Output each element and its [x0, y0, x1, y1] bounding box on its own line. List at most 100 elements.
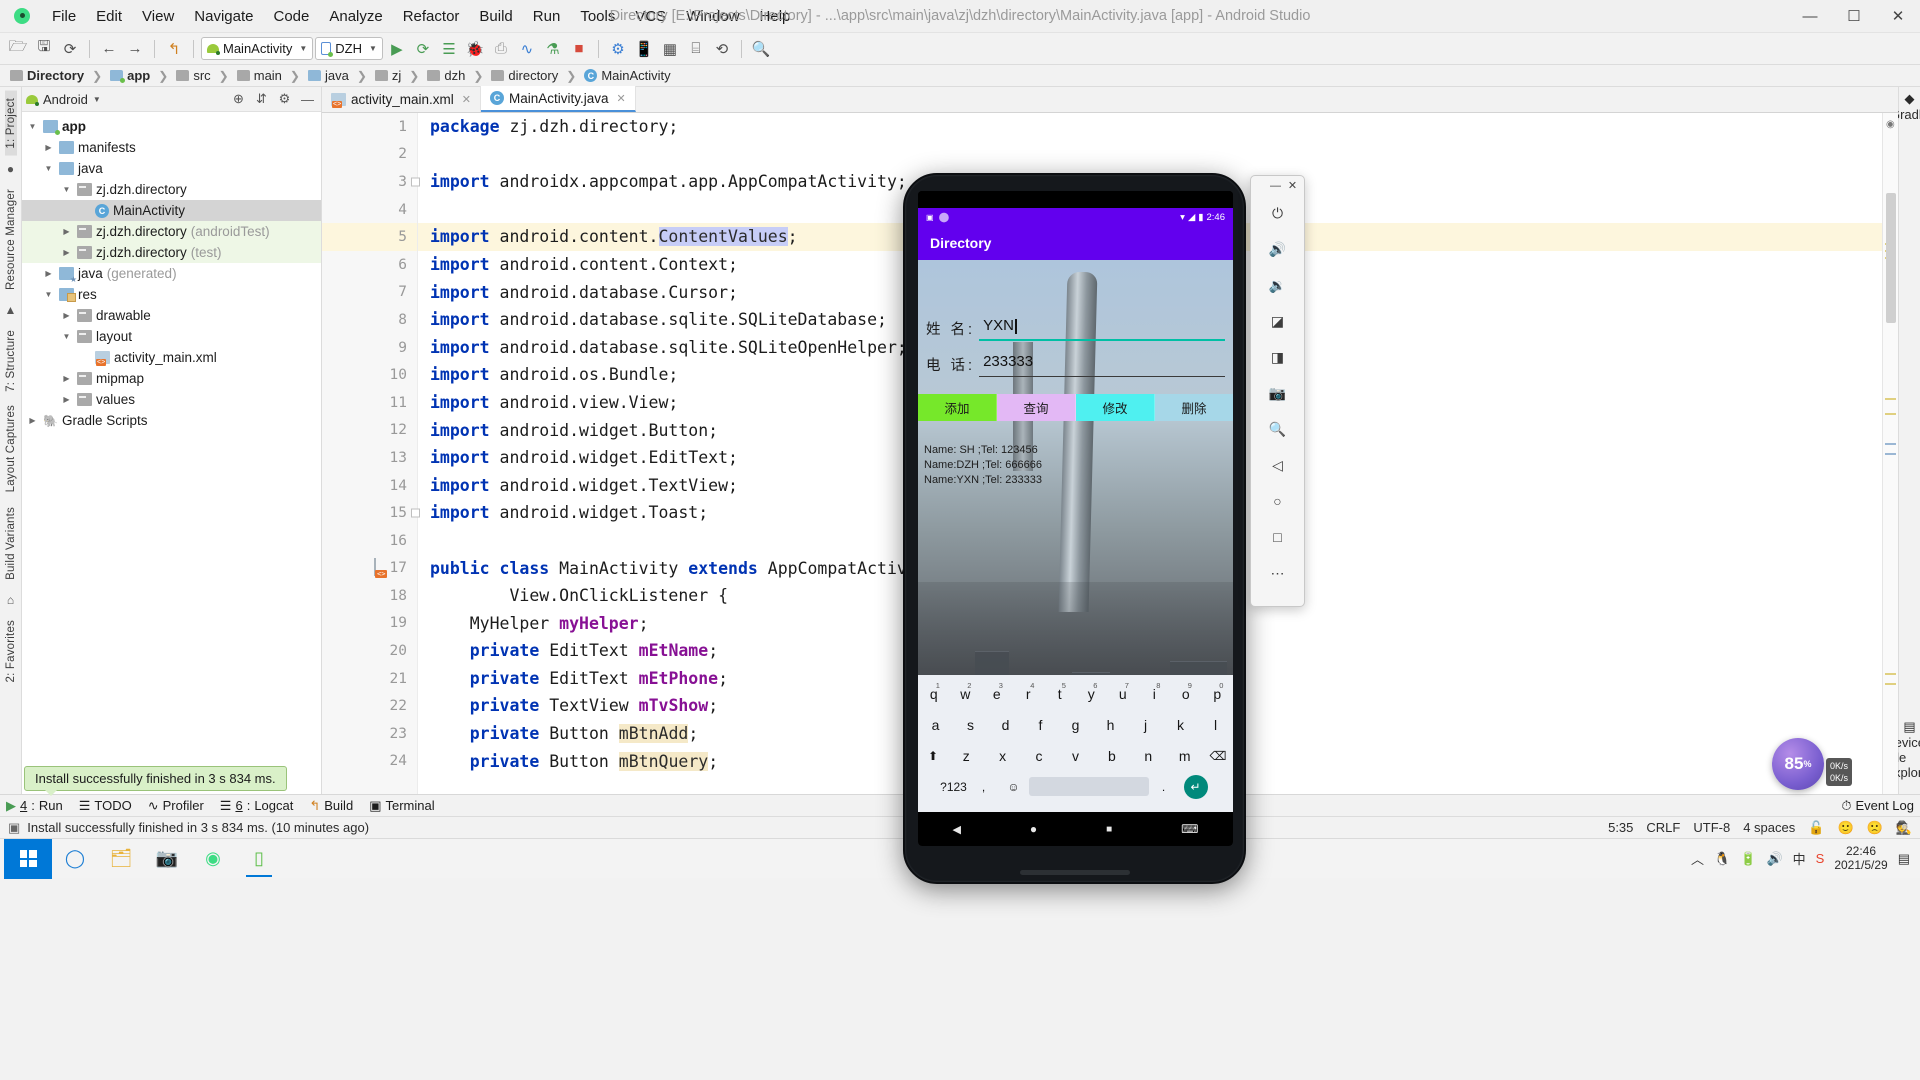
qq-icon[interactable]: 🐧: [1714, 851, 1730, 867]
collapse-all-icon[interactable]: ⇵: [252, 90, 271, 109]
back-icon[interactable]: ◁: [1264, 451, 1292, 479]
save-all-icon[interactable]: 🖫: [32, 37, 56, 61]
taskbar-clock[interactable]: 22:46 2021/5/29: [1834, 844, 1887, 873]
target-icon[interactable]: ⊕: [229, 90, 248, 109]
code-line[interactable]: [418, 141, 1882, 169]
bottom-tab-run[interactable]: ▶ 4: Run: [6, 798, 63, 814]
rail-tab-layout-captures[interactable]: Layout Captures: [5, 398, 17, 499]
line-number[interactable]: 15: [322, 499, 420, 527]
undo-icon[interactable]: ↰: [162, 37, 186, 61]
project-structure-icon[interactable]: ⌸: [684, 37, 708, 61]
keyboard-nav-icon[interactable]: ⌨: [1181, 822, 1198, 836]
twisty-collapsed-icon[interactable]: ▶: [60, 248, 73, 257]
chevron-down-icon[interactable]: ▼: [93, 95, 101, 104]
key-r[interactable]: 4r: [1013, 681, 1045, 702]
notification-center-icon[interactable]: ▤: [1898, 851, 1910, 867]
key-i[interactable]: 8i: [1139, 681, 1171, 702]
line-number[interactable]: 21: [322, 665, 417, 693]
menu-refactor[interactable]: Refactor: [393, 4, 470, 29]
editor-analysis-scrollbar[interactable]: ◉: [1882, 113, 1898, 794]
line-number[interactable]: 14: [322, 472, 417, 500]
breadcrumb-item-mainactivity[interactable]: C MainActivity: [582, 68, 672, 83]
sad-face-icon[interactable]: 🙁: [1867, 820, 1883, 836]
bottom-tab-build[interactable]: ↰ Build: [309, 798, 353, 814]
profiler-icon[interactable]: ∿: [515, 37, 539, 61]
minimize-button[interactable]: —: [1788, 0, 1832, 32]
rail-tab-structure[interactable]: 7: Structure: [5, 323, 17, 399]
breadcrumb-item-directory-pkg[interactable]: directory ❯: [489, 68, 582, 83]
line-number[interactable]: 6: [322, 251, 417, 279]
run-icon[interactable]: ▶: [385, 37, 409, 61]
key-l[interactable]: l: [1198, 717, 1233, 733]
twisty-expanded-icon[interactable]: ▼: [60, 332, 73, 341]
sdk-manager-icon[interactable]: ⚙: [606, 37, 630, 61]
run-coverage-icon[interactable]: ⚗: [541, 37, 565, 61]
line-number[interactable]: 12: [322, 417, 417, 445]
volume-up-icon[interactable]: 🔊: [1264, 235, 1292, 263]
key-b[interactable]: b: [1094, 748, 1130, 764]
space-key[interactable]: [1028, 777, 1149, 796]
volume-down-icon[interactable]: 🔉: [1264, 271, 1292, 299]
sogou-icon[interactable]: S: [1816, 851, 1825, 866]
bottom-tab-profiler[interactable]: ∿ Profiler: [148, 798, 204, 814]
event-log-tab[interactable]: ⏱ Event Log: [1841, 798, 1914, 814]
line-number[interactable]: 3: [322, 168, 420, 196]
line-number[interactable]: 18: [322, 582, 417, 610]
back-arrow-icon[interactable]: ←: [97, 37, 121, 61]
battery-icon[interactable]: 🔋: [1740, 851, 1756, 867]
twisty-expanded-icon[interactable]: ▼: [26, 122, 39, 131]
breadcrumb-item-dzh[interactable]: dzh ❯: [425, 68, 489, 83]
stop-icon[interactable]: ■: [567, 37, 591, 61]
emulator-minimize-button[interactable]: —: [1268, 178, 1283, 193]
backspace-key[interactable]: ⌫: [1203, 749, 1233, 763]
key-w[interactable]: 2w: [950, 681, 982, 702]
inspection-eye-icon[interactable]: ◉: [1886, 119, 1895, 130]
debug-icon[interactable]: 🐞: [463, 37, 487, 61]
emulator-icon[interactable]: ▯: [236, 839, 282, 879]
breadcrumb-item-zj[interactable]: zj ❯: [373, 68, 425, 83]
emulator-close-button[interactable]: ✕: [1285, 178, 1300, 193]
search-icon[interactable]: ◯: [52, 839, 98, 879]
rotate-right-icon[interactable]: ◨: [1264, 343, 1292, 371]
line-number[interactable]: 4: [322, 196, 417, 224]
layout-preview-gutter-icon[interactable]: <>: [374, 557, 392, 578]
line-number[interactable]: 17 <>: [322, 555, 417, 583]
maximize-button[interactable]: ☐: [1832, 0, 1876, 32]
key-x[interactable]: x: [984, 748, 1020, 764]
key-e[interactable]: 3e: [981, 681, 1013, 702]
sync-icon[interactable]: ⟳: [58, 37, 82, 61]
key-q[interactable]: 1q: [918, 681, 950, 702]
layout-inspector-icon[interactable]: ▦: [658, 37, 682, 61]
key-a[interactable]: a: [918, 717, 953, 733]
tree-item-res[interactable]: ▼ res: [22, 284, 321, 305]
shift-key[interactable]: ⬆: [918, 749, 948, 763]
emulator-screen[interactable]: ▣ ⬤ ▾ ◢ ▮ 2:46 Directory 姓 名: YXN 电 话: 2…: [918, 191, 1233, 846]
menu-file[interactable]: File: [42, 4, 86, 29]
close-icon[interactable]: ✕: [462, 93, 471, 106]
hector-icon[interactable]: 🕵: [1896, 820, 1912, 836]
file-encoding[interactable]: UTF-8: [1693, 820, 1730, 835]
key-f[interactable]: f: [1023, 717, 1058, 733]
period-key[interactable]: .: [1149, 780, 1179, 794]
overview-icon[interactable]: □: [1264, 523, 1292, 551]
breadcrumb-item-java[interactable]: java ❯: [306, 68, 373, 83]
emoji-key[interactable]: ☺: [999, 780, 1029, 794]
apply-changes-icon[interactable]: ⟳: [411, 37, 435, 61]
twisty-collapsed-icon[interactable]: ▶: [60, 374, 73, 383]
zoom-icon[interactable]: 🔍: [1264, 415, 1292, 443]
menu-code[interactable]: Code: [263, 4, 319, 29]
menu-help[interactable]: Help: [750, 4, 801, 29]
tree-item-zj-dzh-directory[interactable]: ▼ zj.dzh.directory: [22, 179, 321, 200]
key-h[interactable]: h: [1093, 717, 1128, 733]
key-t[interactable]: 5t: [1044, 681, 1076, 702]
tree-item-drawable[interactable]: ▶ drawable: [22, 305, 321, 326]
close-icon[interactable]: ✕: [617, 92, 626, 105]
line-number[interactable]: 23: [322, 720, 417, 748]
line-number[interactable]: 20: [322, 637, 417, 665]
line-number[interactable]: 24: [322, 748, 417, 776]
bottom-tab-todo[interactable]: ☰ TODO: [79, 798, 132, 814]
key-n[interactable]: n: [1130, 748, 1166, 764]
apply-code-changes-icon[interactable]: ☰: [437, 37, 461, 61]
rail-tab-build-variants[interactable]: Build Variants: [5, 500, 17, 587]
add-button[interactable]: 添加: [918, 394, 997, 421]
